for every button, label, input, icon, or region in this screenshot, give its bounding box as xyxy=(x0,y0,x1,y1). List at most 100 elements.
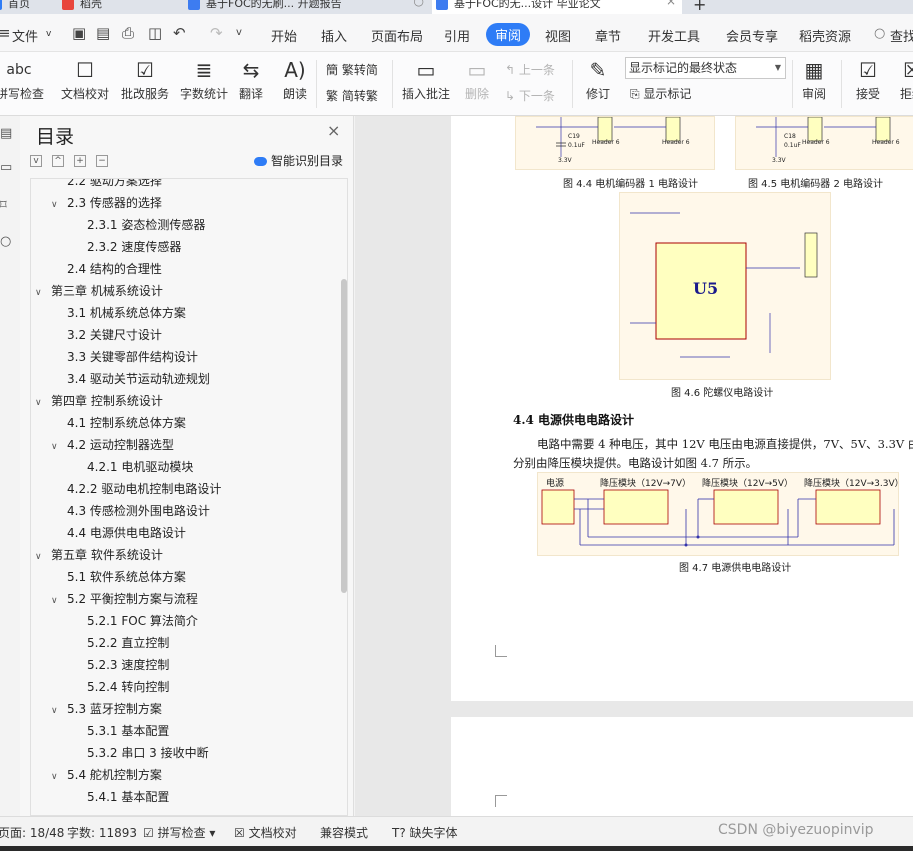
save-icon[interactable]: ▣ xyxy=(72,24,86,42)
toc-item[interactable]: ∨ 5.2 平衡控制方案与流程 xyxy=(51,589,198,609)
reject-button[interactable]: ☒ 拒绝 xyxy=(894,56,913,102)
tab-docer[interactable]: 稻壳 xyxy=(58,0,182,14)
toc-item[interactable]: ∨ 2.3 传感器的选择 xyxy=(51,193,162,213)
toc-item[interactable]: 5.2.2 直立控制 xyxy=(87,633,169,653)
show-markup-button[interactable]: ⎘ 显示标记 xyxy=(630,85,691,102)
revise-button[interactable]: ✎ 修订 xyxy=(578,56,618,102)
close-icon[interactable]: × xyxy=(666,0,676,7)
menu-docer[interactable]: 稻壳资源 xyxy=(799,26,851,45)
search-label[interactable]: 查找 xyxy=(890,26,913,45)
toc-item[interactable]: ∨ 第三章 机械系统设计 xyxy=(35,281,163,301)
chapter-icon[interactable]: ▭ xyxy=(0,160,12,175)
read-aloud-button[interactable]: A) 朗读 xyxy=(280,56,310,102)
toc-item[interactable]: 5.2.4 转向控制 xyxy=(87,677,169,697)
chevron-down-icon[interactable]: v xyxy=(236,27,242,38)
chevron-down-icon[interactable]: ∨ xyxy=(51,195,67,215)
markup-display-select[interactable]: 显示标记的最终状态 ▼ xyxy=(625,57,786,79)
toc-item[interactable]: ∨ 4.2 运动控制器选型 xyxy=(51,435,174,455)
search-icon[interactable]: ○ xyxy=(874,26,885,41)
toc-item[interactable]: 2.2 驱动方案选择 xyxy=(67,179,162,191)
scrollbar[interactable] xyxy=(341,279,347,593)
search-icon[interactable]: ○ xyxy=(0,234,11,249)
collapse-all-icon[interactable]: ^ xyxy=(52,155,64,167)
toc-item[interactable]: ∨ 5.4 舵机控制方案 xyxy=(51,765,162,785)
simp-to-trad-button[interactable]: 繁 简转繁 xyxy=(326,87,378,104)
toc-item[interactable]: 3.1 机械系统总体方案 xyxy=(67,303,186,323)
translate-button[interactable]: ⇆ 翻译 xyxy=(236,56,266,102)
menu-start[interactable]: 开始 xyxy=(271,26,297,45)
chevron-down-icon[interactable]: ∨ xyxy=(35,547,51,567)
print-preview-icon[interactable]: ◫ xyxy=(148,24,162,42)
toc-item[interactable]: ∨ 第五章 软件系统设计 xyxy=(35,545,163,565)
toc-item[interactable]: 5.3.2 串口 3 接收中断 xyxy=(87,743,209,763)
toc-item[interactable]: 5.3.1 基本配置 xyxy=(87,721,169,741)
export-pdf-icon[interactable]: ▤ xyxy=(96,24,110,42)
menu-references[interactable]: 引用 xyxy=(444,26,470,45)
missing-font-status[interactable]: T? 缺失字体 xyxy=(392,824,458,841)
smart-toc-button[interactable]: 智能识别目录 xyxy=(254,152,343,169)
tab-thesis[interactable]: 基于FOC的无...设计 毕业论文 × xyxy=(432,0,682,14)
accept-button[interactable]: ☑ 接受 xyxy=(850,56,886,102)
chevron-down-icon[interactable]: ∨ xyxy=(35,393,51,413)
menu-insert[interactable]: 插入 xyxy=(321,26,347,45)
spellcheck-status[interactable]: ☑ 拼写检查 ▾ xyxy=(143,824,215,841)
menu-chapter[interactable]: 章节 xyxy=(595,26,621,45)
print-icon[interactable]: ⎙ xyxy=(122,24,134,42)
toc-item[interactable]: 4.2.1 电机驱动模块 xyxy=(87,457,193,477)
close-icon[interactable]: × xyxy=(327,121,340,140)
toc-item[interactable]: 4.4 电源供电电路设计 xyxy=(67,523,186,543)
grading-button[interactable]: ☑ 批改服务 xyxy=(119,56,171,102)
redo-icon[interactable]: ↷ xyxy=(210,24,223,42)
file-menu[interactable]: 文件 xyxy=(12,26,38,45)
bookmark-icon[interactable]: ⌑ xyxy=(0,198,7,213)
toc-item[interactable]: ∨ 第四章 控制系统设计 xyxy=(35,391,163,411)
toc-item[interactable]: ∨ 5.3 蓝牙控制方案 xyxy=(51,699,162,719)
insert-comment-button[interactable]: ▭ 插入批注 xyxy=(400,56,452,102)
new-tab-icon[interactable]: + xyxy=(693,0,706,14)
toc-item[interactable]: 5.2.1 FOC 算法简介 xyxy=(87,611,198,631)
toc-item[interactable]: 3.3 关键零部件结构设计 xyxy=(67,347,198,367)
menu-icon[interactable]: ≡ xyxy=(0,24,11,42)
wordcount-button[interactable]: ≣ 字数统计 xyxy=(178,56,230,102)
compat-mode-status[interactable]: 兼容模式 xyxy=(320,824,368,841)
tab-home[interactable]: 首页 xyxy=(0,0,48,14)
close-icon[interactable]: ○ xyxy=(414,0,424,7)
tab-proposal[interactable]: 基于FOC的无刷... 开题报告 ○ xyxy=(184,0,430,14)
chevron-down-icon[interactable]: ∨ xyxy=(35,283,51,303)
chevron-down-icon[interactable]: ∨ xyxy=(51,701,67,721)
toc-item[interactable]: 3.2 关键尺寸设计 xyxy=(67,325,162,345)
menu-review[interactable]: 审阅 xyxy=(486,23,531,46)
toc-item[interactable]: 2.3.2 速度传感器 xyxy=(87,237,181,257)
wordcount-indicator[interactable]: 字数: 11893 xyxy=(67,824,137,841)
menu-layout[interactable]: 页面布局 xyxy=(371,26,423,45)
expand-all-icon[interactable]: v xyxy=(30,155,42,167)
spellcheck-button[interactable]: abc 拼写检查 xyxy=(0,56,44,102)
toc-item[interactable]: 2.4 结构的合理性 xyxy=(67,259,162,279)
trad-to-simp-button[interactable]: 簡 繁转简 xyxy=(326,61,378,78)
toc-item[interactable]: 5.2.3 速度控制 xyxy=(87,655,169,675)
toc-item[interactable]: 5.4.1 基本配置 xyxy=(87,787,169,807)
menu-developer[interactable]: 开发工具 xyxy=(648,26,700,45)
proofread-status[interactable]: ☒ 文档校对 xyxy=(234,824,297,841)
toc-icon[interactable]: ▤ xyxy=(0,126,12,141)
remove-heading-icon[interactable]: − xyxy=(96,155,108,167)
page-indicator[interactable]: 页面: 18/48 xyxy=(0,824,64,841)
chevron-down-icon[interactable]: ∨ xyxy=(51,437,67,457)
chevron-down-icon[interactable]: ∨ xyxy=(51,767,67,787)
toc-item[interactable]: 4.3 传感检测外围电路设计 xyxy=(67,501,210,521)
doc-proofread-button[interactable]: ☐ 文档校对 xyxy=(59,56,111,102)
prev-comment-button[interactable]: ↰ 上一条 xyxy=(505,61,555,78)
undo-icon[interactable]: ↶ xyxy=(173,24,186,42)
chevron-down-icon[interactable]: v xyxy=(46,29,51,39)
chevron-down-icon[interactable]: ∨ xyxy=(51,591,67,611)
review-pane-button[interactable]: ▦ 审阅 xyxy=(796,56,832,102)
next-comment-button[interactable]: ↳ 下一条 xyxy=(505,87,555,104)
toc-item[interactable]: 5.1 软件系统总体方案 xyxy=(67,567,186,587)
menu-view[interactable]: 视图 xyxy=(545,26,571,45)
toc-item[interactable]: 3.4 驱动关节运动轨迹规划 xyxy=(67,369,210,389)
menu-member[interactable]: 会员专享 xyxy=(726,26,778,45)
delete-comment-button[interactable]: ▭ 删除 xyxy=(459,56,495,102)
add-heading-icon[interactable]: + xyxy=(74,155,86,167)
toc-item[interactable]: 4.1 控制系统总体方案 xyxy=(67,413,186,433)
toc-item[interactable]: 2.3.1 姿态检测传感器 xyxy=(87,215,205,235)
